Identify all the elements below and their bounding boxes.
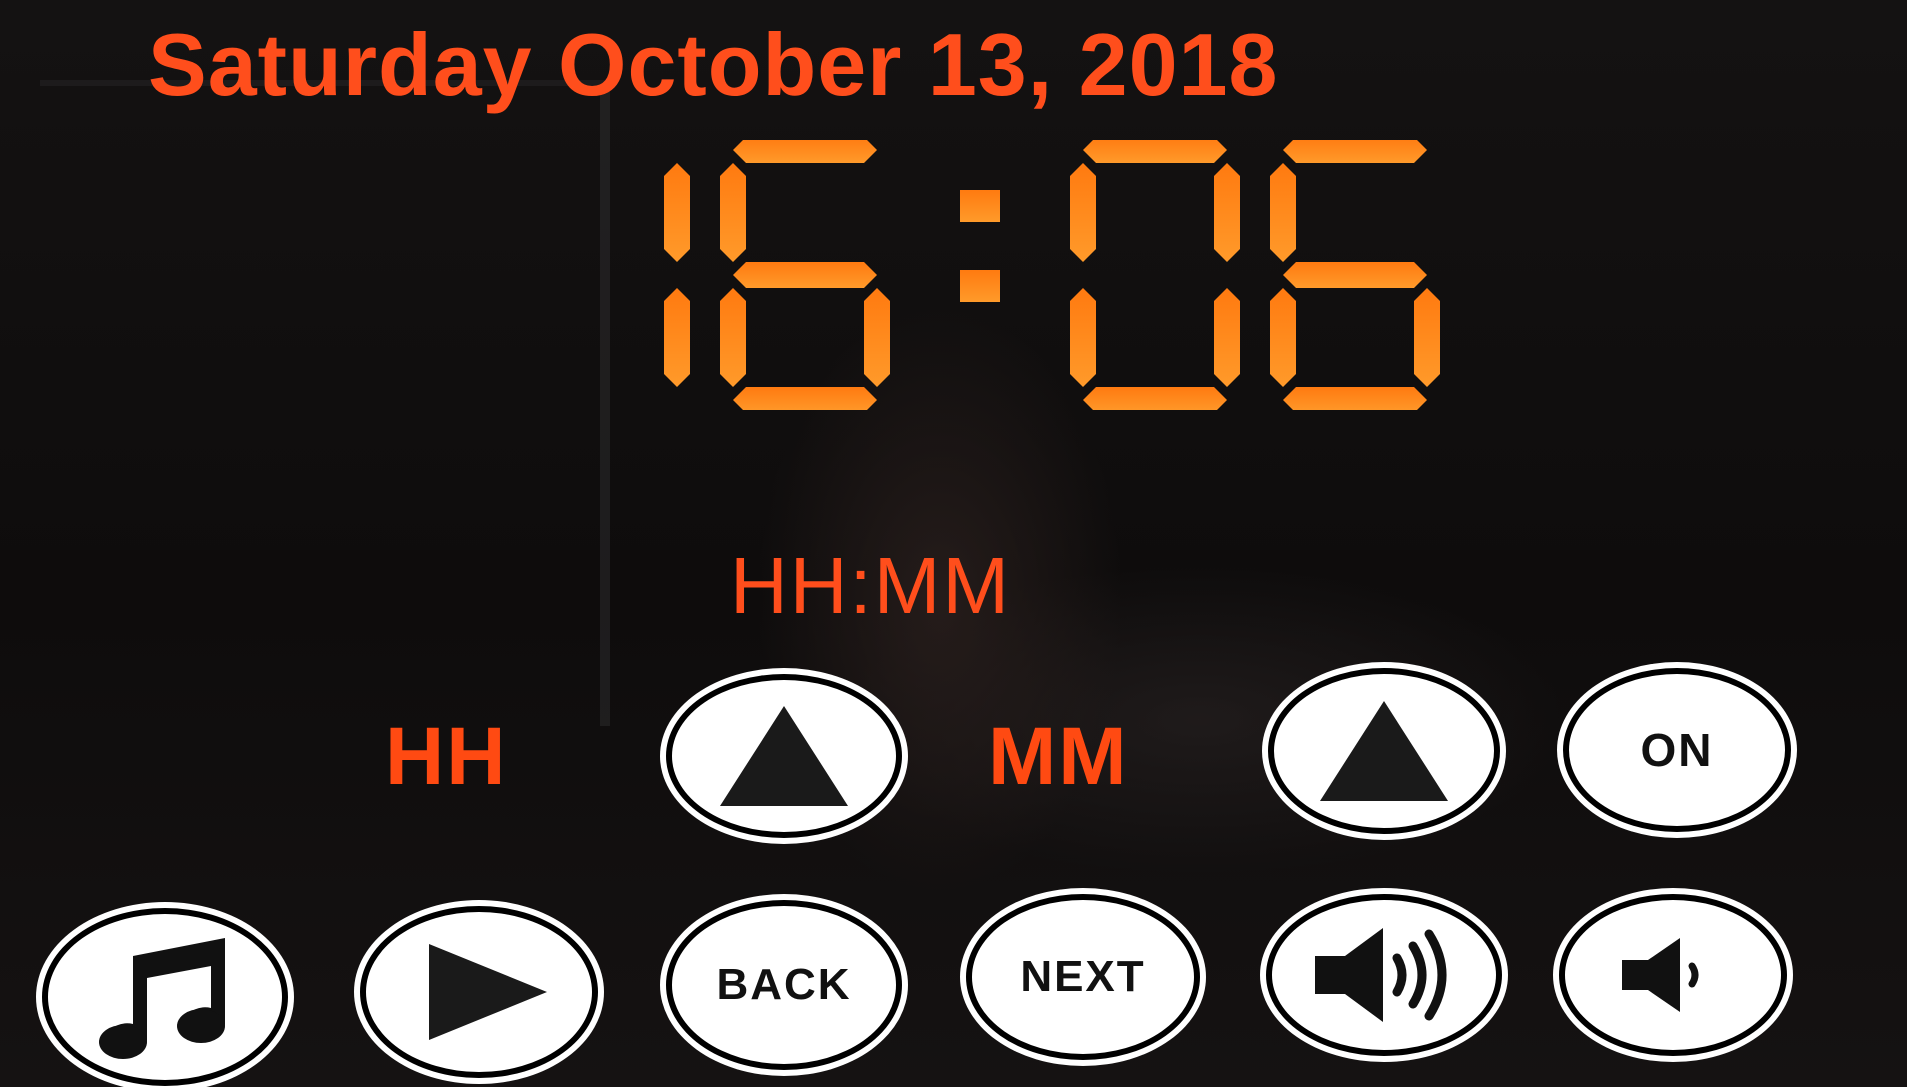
clock-segment [1083, 140, 1227, 163]
speaker-quiet-icon [1622, 938, 1699, 1012]
clock-segment [664, 163, 690, 262]
clock-minute-tens-digit [1070, 140, 1240, 410]
minute-set-label: MM [988, 711, 1129, 802]
date-display: Saturday October 13, 2018 [148, 15, 1279, 114]
triangle-up-icon [720, 706, 848, 806]
clock-segment [1070, 288, 1096, 387]
clock-hour-tens-digit [664, 163, 690, 387]
clock-segment [1270, 163, 1296, 262]
hour-set-label: HH [385, 711, 508, 802]
next-label: NEXT [1020, 952, 1146, 1001]
volume-down-button[interactable] [1559, 894, 1787, 1056]
alarm-on-button[interactable]: ON [1563, 668, 1791, 832]
on-label: ON [1640, 724, 1714, 776]
back-button[interactable]: BACK [666, 900, 902, 1070]
clock-segment [864, 288, 890, 387]
clock-segment [1214, 288, 1240, 387]
clock-segment [720, 163, 746, 262]
clock-segment [1283, 387, 1427, 410]
volume-up-button[interactable] [1266, 894, 1502, 1056]
clock-minute-ones-digit [1270, 140, 1440, 410]
clock-segment [733, 262, 877, 288]
clock-colon-top-dot [960, 190, 1000, 222]
music-note-icon [99, 938, 225, 1059]
clock-segment [1283, 262, 1427, 288]
music-button[interactable] [42, 908, 288, 1086]
clock-segment [720, 288, 746, 387]
play-button[interactable] [360, 906, 598, 1078]
clock-segment [1270, 288, 1296, 387]
clock-hour-ones-digit [720, 140, 890, 410]
clock-colon-bottom-dot [960, 270, 1000, 302]
clock-segment [1083, 387, 1227, 410]
clock-segment [1214, 163, 1240, 262]
clock-segment [1070, 163, 1096, 262]
triangle-up-icon [1320, 701, 1448, 801]
play-icon [429, 944, 547, 1040]
clock-segment [664, 288, 690, 387]
next-button[interactable]: NEXT [966, 894, 1200, 1060]
clock-segment [733, 387, 877, 410]
clock-segment [1414, 288, 1440, 387]
clock-segment [733, 140, 877, 163]
clock-display: 16 06 [664, 140, 1440, 410]
clock-segment [1283, 140, 1427, 163]
speaker-loud-icon [1315, 928, 1447, 1022]
minute-up-button[interactable] [1268, 668, 1500, 834]
back-label: BACK [716, 960, 852, 1009]
hour-up-button[interactable] [666, 674, 902, 838]
time-format-label: HH:MM [730, 541, 1012, 630]
